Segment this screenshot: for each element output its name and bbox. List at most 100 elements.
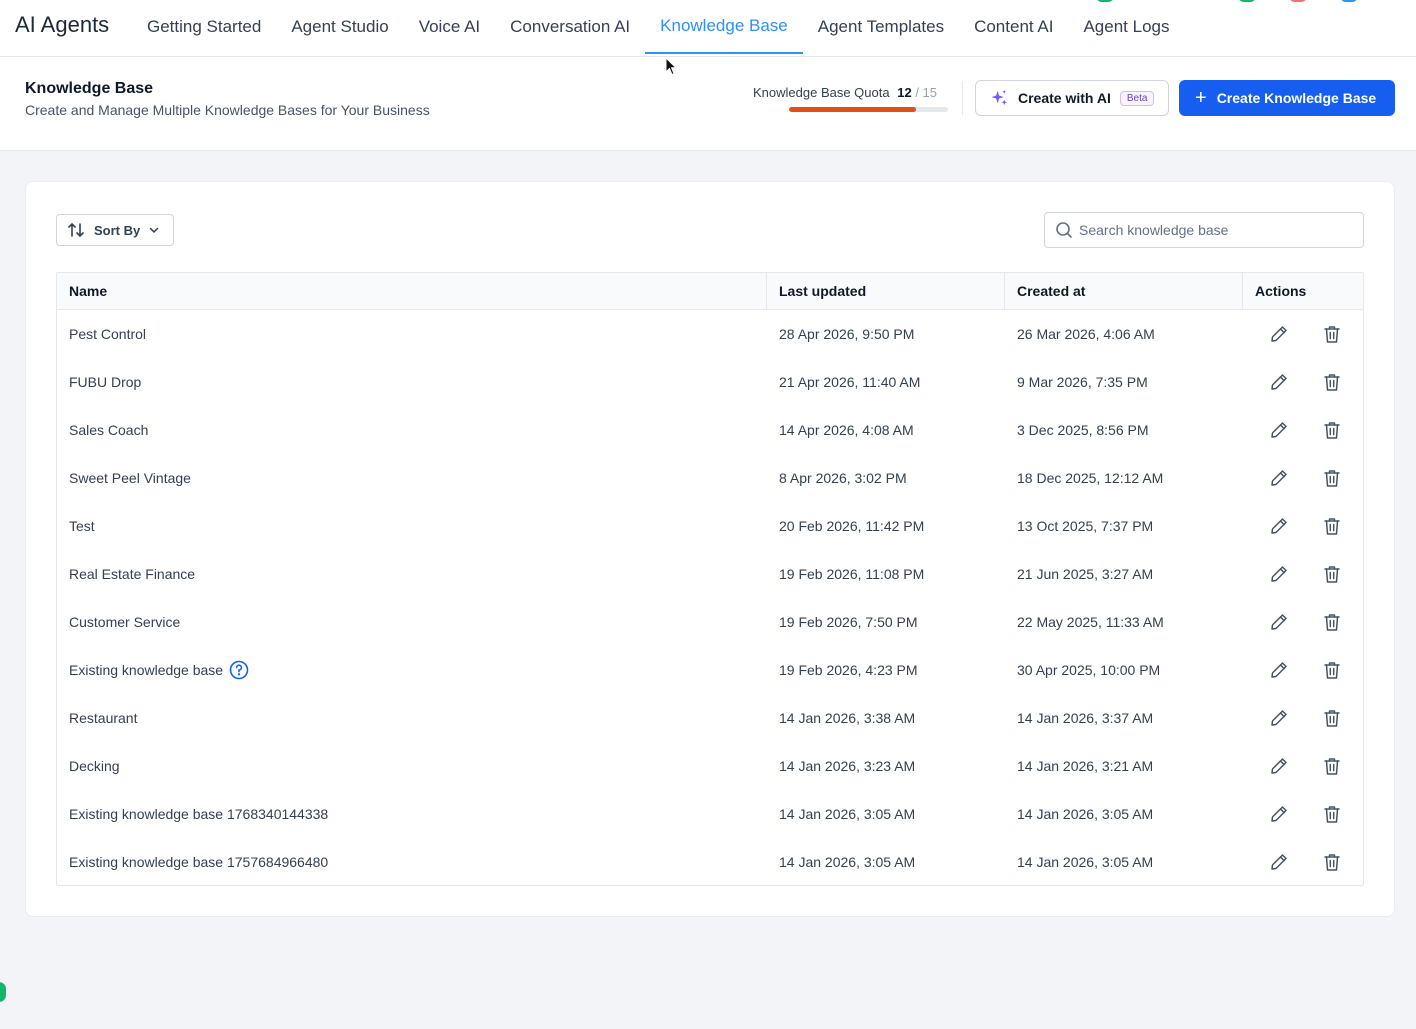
quota-used: 12	[897, 85, 912, 100]
beta-badge: Beta	[1119, 90, 1155, 106]
pencil-icon[interactable]	[1264, 463, 1294, 493]
cell-name: Pest Control	[57, 326, 767, 342]
tab-knowledge-base[interactable]: Knowledge Base	[645, 0, 803, 54]
table-row[interactable]: Test 20 Feb 2026, 11:42 PM 13 Oct 2025, 7:…	[57, 502, 1363, 550]
search-box	[1044, 212, 1364, 248]
status-dot	[0, 982, 6, 1002]
cell-name: Existing knowledge base	[57, 660, 767, 680]
app-title: AI Agents	[15, 12, 110, 37]
cell-name: Existing knowledge base 1768340144338	[57, 806, 767, 822]
cell-actions	[1243, 655, 1363, 685]
tab-conversation-ai[interactable]: Conversation AI	[495, 0, 645, 53]
create-with-ai-button[interactable]: Create with AI Beta	[975, 80, 1169, 116]
trash-icon[interactable]	[1317, 703, 1347, 733]
cell-created-at: 14 Jan 2026, 3:37 AM	[1017, 710, 1154, 726]
cell-name: FUBU Drop	[57, 374, 767, 390]
knowledge-base-name[interactable]: Existing knowledge base 1757684966480	[69, 854, 328, 870]
knowledge-base-name[interactable]: Customer Service	[69, 614, 180, 630]
search-input[interactable]	[1079, 222, 1349, 238]
cell-actions	[1243, 463, 1363, 493]
tab-agent-logs[interactable]: Agent Logs	[1068, 0, 1184, 53]
table-row[interactable]: FUBU Drop 21 Apr 2026, 11:40 AM 9 Mar 2026…	[57, 358, 1363, 406]
trash-icon[interactable]	[1317, 607, 1347, 637]
top-navigation: AI Agents Getting Started Agent Studio Voi…	[0, 0, 1416, 57]
column-header-last-updated[interactable]: Last updated	[767, 273, 1005, 309]
trash-icon[interactable]	[1317, 655, 1347, 685]
knowledge-base-name[interactable]: Decking	[69, 758, 120, 774]
cell-name: Decking	[57, 758, 767, 774]
pencil-icon[interactable]	[1264, 799, 1294, 829]
knowledge-base-name[interactable]: Existing knowledge base	[69, 662, 223, 678]
cell-name: Test	[57, 518, 767, 534]
cell-created-at: 26 Mar 2026, 4:06 AM	[1017, 326, 1155, 342]
knowledge-base-name[interactable]: Test	[69, 518, 95, 534]
cell-name: Sweet Peel Vintage	[57, 470, 767, 486]
cell-name: Sales Coach	[57, 422, 767, 438]
trash-icon[interactable]	[1317, 319, 1347, 349]
pencil-icon[interactable]	[1264, 751, 1294, 781]
knowledge-base-name[interactable]: Restaurant	[69, 710, 137, 726]
table-row[interactable]: Customer Service 19 Feb 2026, 7:50 PM 22 M…	[57, 598, 1363, 646]
table-row[interactable]: Sales Coach 14 Apr 2026, 4:08 AM 3 Dec 202…	[57, 406, 1363, 454]
cell-created-at: 9 Mar 2026, 7:35 PM	[1017, 374, 1148, 390]
trash-icon[interactable]	[1317, 751, 1347, 781]
pencil-icon[interactable]	[1264, 415, 1294, 445]
trash-icon[interactable]	[1317, 559, 1347, 589]
pencil-icon[interactable]	[1264, 319, 1294, 349]
cell-created-at: 22 May 2025, 11:33 AM	[1017, 614, 1164, 630]
cell-created-at: 3 Dec 2025, 8:56 PM	[1017, 422, 1149, 438]
column-header-created-at[interactable]: Created at	[1005, 273, 1243, 309]
table-row[interactable]: Existing knowledge base 1768340144338 14 …	[57, 790, 1363, 838]
tab-voice-ai[interactable]: Voice AI	[404, 0, 495, 53]
pencil-icon[interactable]	[1264, 367, 1294, 397]
cell-created-at: 30 Apr 2025, 10:00 PM	[1017, 662, 1161, 678]
trash-icon[interactable]	[1317, 511, 1347, 541]
table-row[interactable]: Sweet Peel Vintage 8 Apr 2026, 3:02 PM 18 …	[57, 454, 1363, 502]
knowledge-base-name[interactable]: Real Estate Finance	[69, 566, 195, 582]
table-row[interactable]: Existing knowledge base 19 Feb 2026, 4:23…	[57, 646, 1363, 694]
trash-icon[interactable]	[1317, 463, 1347, 493]
cell-created-at: 21 Jun 2025, 3:27 AM	[1017, 566, 1154, 582]
trash-icon[interactable]	[1317, 415, 1347, 445]
cell-created-at: 14 Jan 2026, 3:21 AM	[1017, 758, 1154, 774]
column-header-name[interactable]: Name	[57, 273, 767, 309]
pencil-icon[interactable]	[1264, 847, 1294, 877]
trash-icon[interactable]	[1317, 847, 1347, 877]
table-header: Name Last updated Created at Actions	[57, 273, 1363, 310]
plus-icon: +	[1195, 87, 1207, 109]
nav-tabs: Getting Started Agent Studio Voice AI Conve…	[132, 0, 1184, 56]
table-row[interactable]: Decking 14 Jan 2026, 3:23 AM 14 Jan 2026, …	[57, 742, 1363, 790]
tab-agent-studio[interactable]: Agent Studio	[276, 0, 403, 53]
tab-agent-templates[interactable]: Agent Templates	[803, 0, 959, 53]
question-circle-icon[interactable]	[229, 660, 249, 680]
trash-icon[interactable]	[1317, 799, 1347, 829]
pencil-icon[interactable]	[1264, 703, 1294, 733]
create-with-ai-label: Create with AI	[1018, 90, 1111, 106]
pencil-icon[interactable]	[1264, 655, 1294, 685]
cell-actions	[1243, 799, 1363, 829]
table-row[interactable]: Pest Control 28 Apr 2026, 9:50 PM 26 Mar 2…	[57, 310, 1363, 358]
cell-created-at: 13 Oct 2025, 7:37 PM	[1017, 518, 1154, 534]
table-row[interactable]: Real Estate Finance 19 Feb 2026, 11:08 PM…	[57, 550, 1363, 598]
pencil-icon[interactable]	[1264, 511, 1294, 541]
cell-last-updated: 21 Apr 2026, 11:40 AM	[779, 374, 921, 390]
trash-icon[interactable]	[1317, 367, 1347, 397]
tab-getting-started[interactable]: Getting Started	[132, 0, 276, 53]
cell-last-updated: 20 Feb 2026, 11:42 PM	[779, 518, 925, 534]
table-row[interactable]: Restaurant 14 Jan 2026, 3:38 AM 14 Jan 202…	[57, 694, 1363, 742]
knowledge-base-name[interactable]: Sweet Peel Vintage	[69, 470, 191, 486]
knowledge-base-name[interactable]: FUBU Drop	[69, 374, 141, 390]
cell-last-updated: 14 Jan 2026, 3:23 AM	[779, 758, 916, 774]
cell-created-at: 14 Jan 2026, 3:05 AM	[1017, 854, 1154, 870]
knowledge-base-name[interactable]: Existing knowledge base 1768340144338	[69, 806, 328, 822]
knowledge-base-name[interactable]: Sales Coach	[69, 422, 148, 438]
knowledge-base-name[interactable]: Pest Control	[69, 326, 146, 342]
sort-by-dropdown[interactable]: Sort By	[56, 214, 174, 246]
tab-content-ai[interactable]: Content AI	[959, 0, 1068, 53]
pencil-icon[interactable]	[1264, 559, 1294, 589]
chevron-down-icon	[148, 224, 160, 236]
table-row[interactable]: Existing knowledge base 1757684966480 14 …	[57, 838, 1363, 886]
pencil-icon[interactable]	[1264, 607, 1294, 637]
create-knowledge-base-button[interactable]: + Create Knowledge Base	[1179, 80, 1395, 116]
quota-label: Knowledge Base Quota	[753, 85, 890, 100]
